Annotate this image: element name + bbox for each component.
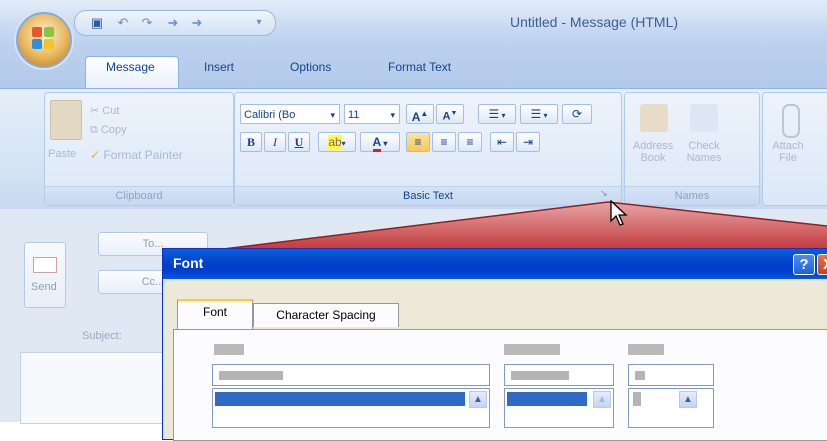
increase-indent-button[interactable]: ⇥	[516, 132, 540, 152]
tab-options[interactable]: Options	[290, 60, 331, 74]
office-logo-icon	[32, 27, 54, 49]
brush-icon: ✓	[90, 148, 101, 162]
customize-qat-icon[interactable]: ▾	[251, 15, 267, 31]
highlighter-icon: ab	[328, 135, 342, 149]
group-label-basic-text: Basic Text	[235, 186, 621, 205]
subject-label: Subject:	[82, 330, 122, 342]
style-list-scroll-up[interactable]: ▲	[593, 391, 611, 408]
font-color-button[interactable]: A ▾	[360, 132, 400, 152]
align-right-button[interactable]: ≡	[458, 132, 482, 152]
clear-formatting-icon[interactable]: ⟳	[562, 104, 592, 124]
font-style-list[interactable]: ▲	[504, 388, 614, 428]
dialog-tab-font[interactable]: Font	[177, 299, 253, 329]
paperclip-icon	[782, 104, 800, 138]
tab-insert[interactable]: Insert	[204, 60, 234, 74]
paste-button[interactable]: Paste	[48, 148, 76, 160]
save-icon[interactable]: ▣	[89, 15, 105, 31]
highlight-button[interactable]: ab▾	[318, 132, 356, 152]
copy-button[interactable]: ⧉ Copy	[90, 124, 127, 137]
font-style-field[interactable]	[504, 364, 614, 386]
shrink-font-button[interactable]: A▼	[436, 104, 464, 124]
grow-font-button[interactable]: A▲	[406, 104, 434, 124]
close-button[interactable]: X	[817, 254, 827, 275]
send-button[interactable]: Send	[24, 242, 66, 308]
mouse-cursor-icon	[610, 200, 628, 226]
numbering-button[interactable]: ☰ ▾	[520, 104, 558, 124]
check-names-icon	[690, 104, 718, 132]
tab-message[interactable]: Message	[106, 60, 155, 74]
font-name-field[interactable]	[212, 364, 490, 386]
style-list-selected-row[interactable]	[507, 392, 587, 406]
font-name-list[interactable]: ▲	[212, 388, 490, 428]
font-size-list[interactable]: ▲	[628, 388, 714, 428]
dialog-title-bar: Font ? X	[163, 249, 827, 279]
font-name-combo[interactable]: Calibri (Bo ▾	[240, 104, 340, 124]
send-icon	[33, 257, 57, 273]
font-size-combo[interactable]: 11 ▾	[344, 104, 400, 124]
help-button[interactable]: ?	[793, 254, 815, 275]
message-body[interactable]	[20, 352, 172, 424]
decrease-indent-button[interactable]: ⇤	[490, 132, 514, 152]
bullets-button[interactable]: ☰ ▾	[478, 104, 516, 124]
up-arrow-icon[interactable]: ➜	[165, 15, 181, 31]
paste-icon	[50, 100, 82, 140]
dialog-launcher-icon[interactable]: ↘	[600, 188, 610, 198]
font-list-selected-row[interactable]	[215, 392, 465, 406]
down-arrow-icon[interactable]: ➜	[189, 15, 205, 31]
attach-file-button[interactable]: Attach File	[768, 140, 808, 164]
office-button[interactable]	[16, 12, 72, 68]
format-painter-button[interactable]: ✓ Format Painter	[90, 148, 183, 162]
underline-button[interactable]: U	[288, 132, 310, 152]
font-list-scroll-up[interactable]: ▲	[469, 391, 487, 408]
group-label-names: Names	[625, 186, 759, 205]
window-title: Untitled - Message (HTML)	[510, 14, 679, 30]
address-book-button[interactable]: Address Book	[632, 140, 674, 164]
size-list-scroll-up[interactable]: ▲	[679, 391, 697, 408]
font-dialog: Font ? X Font Character Spacing ▲ ▲ ▲	[162, 248, 827, 441]
group-label-clipboard: Clipboard	[45, 186, 233, 205]
font-tab-panel: ▲ ▲ ▲	[173, 329, 827, 441]
size-list-item[interactable]	[633, 392, 641, 406]
size-label-placeholder	[628, 344, 664, 355]
address-book-icon	[640, 104, 668, 132]
redo-icon[interactable]: ↷	[139, 15, 155, 31]
cut-button[interactable]: ✂ Cut	[90, 104, 119, 117]
style-label-placeholder	[504, 344, 560, 355]
font-color-icon: A	[372, 135, 382, 152]
bold-button[interactable]: B	[240, 132, 262, 152]
tab-format-text[interactable]: Format Text	[388, 60, 451, 74]
italic-button[interactable]: I	[264, 132, 286, 152]
dialog-title: Font	[173, 255, 204, 271]
quick-access-toolbar: ▣ ↶ ↷ ➜ ➜ ▾	[74, 10, 276, 36]
align-center-button[interactable]: ≡	[432, 132, 456, 152]
dialog-tab-character-spacing[interactable]: Character Spacing	[253, 303, 399, 327]
font-size-field[interactable]	[628, 364, 714, 386]
font-label-placeholder	[214, 344, 244, 355]
align-left-button[interactable]: ≡	[406, 132, 430, 152]
undo-icon[interactable]: ↶	[115, 15, 131, 31]
check-names-button[interactable]: Check Names	[680, 140, 728, 164]
